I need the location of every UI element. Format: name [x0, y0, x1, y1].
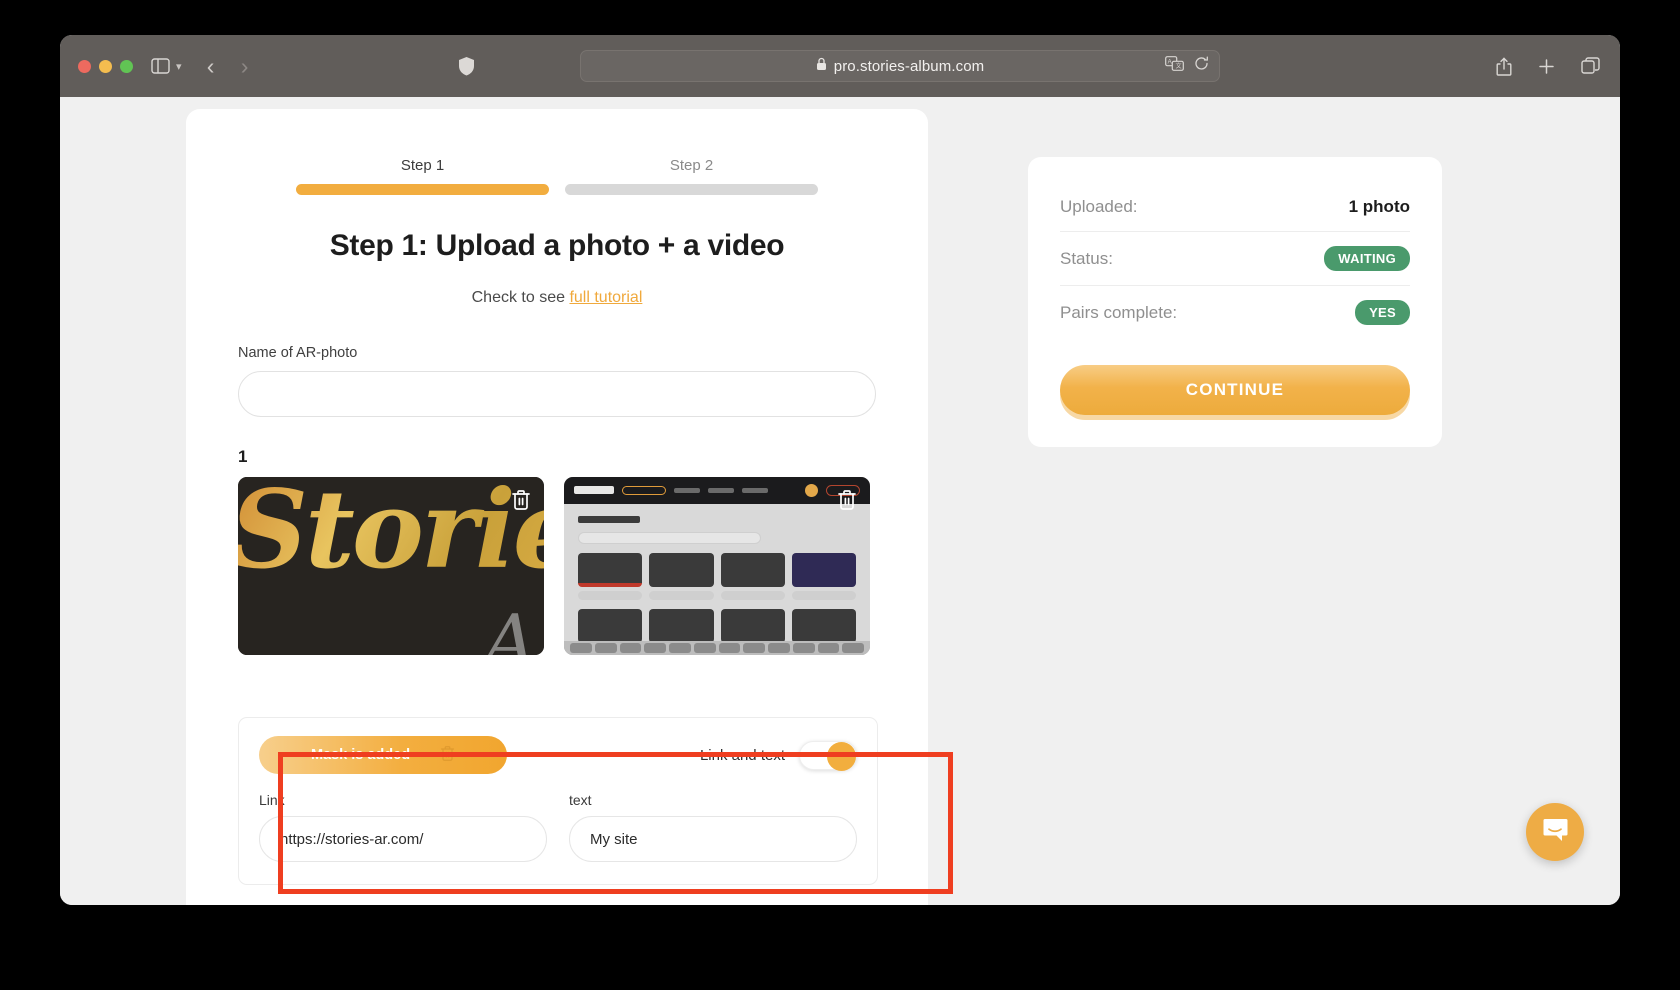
- maximize-window-button[interactable]: [120, 59, 133, 73]
- step-2-bar: [565, 184, 818, 195]
- link-label: Link: [259, 792, 285, 808]
- ar-photo-name-field-group: Name of AR-photo: [186, 345, 928, 417]
- video-preview-cta: [622, 485, 666, 495]
- ar-photo-name-label: Name of AR-photo: [238, 345, 358, 361]
- uploaded-value: 1 photo: [1348, 197, 1410, 216]
- video-preview-navitem: [708, 487, 734, 493]
- url-text: pro.stories-album.com: [833, 57, 985, 75]
- sidebar-icon[interactable]: [151, 58, 170, 74]
- tutorial-hint: Check to see full tutorial: [186, 289, 928, 307]
- svg-text:文: 文: [1176, 62, 1182, 70]
- video-preview-navitem: [742, 487, 768, 493]
- full-tutorial-link[interactable]: full tutorial: [569, 289, 642, 306]
- step-2-label: Step 2: [669, 157, 714, 174]
- status-row-status: Status: WAITING: [1060, 231, 1410, 285]
- step-1-bar: [296, 184, 549, 195]
- link-text-inputs: Link text: [259, 792, 857, 862]
- video-preview-dock: [564, 641, 870, 655]
- page-title: Step 1: Upload a photo + a video: [329, 229, 785, 262]
- shield-icon[interactable]: [458, 56, 475, 76]
- video-preview-captions: [578, 590, 856, 600]
- uploaded-label: Uploaded:: [1060, 197, 1138, 216]
- video-preview-logo: [574, 486, 614, 495]
- video-preview-search: [578, 531, 762, 544]
- status-row-pairs: Pairs complete: YES: [1060, 285, 1410, 339]
- link-and-text-toggle-group: Link and text: [699, 740, 857, 771]
- close-window-button[interactable]: [78, 59, 91, 73]
- window-controls[interactable]: [78, 59, 133, 73]
- page-content: Step 1 Step 2 Step 1: Upload a photo + a…: [60, 97, 1620, 905]
- toggle-knob: [827, 741, 856, 771]
- step-1[interactable]: Step 1: [296, 157, 549, 195]
- photo-preview: Stories A: [238, 477, 544, 655]
- ar-photo-name-input[interactable]: [238, 371, 876, 417]
- delete-video-icon[interactable]: [834, 487, 860, 513]
- link-field-group: Link: [259, 792, 547, 862]
- delete-mask-icon[interactable]: [440, 745, 455, 766]
- address-bar-actions[interactable]: A 文: [1165, 55, 1209, 77]
- video-preview-avatar: [805, 483, 818, 497]
- delete-photo-icon[interactable]: [508, 487, 534, 513]
- pairs-complete-badge: YES: [1355, 300, 1410, 325]
- share-icon[interactable]: [1496, 56, 1512, 76]
- video-preview-navbar: [564, 477, 870, 504]
- mask-is-added-button[interactable]: Mask is added: [259, 736, 507, 774]
- pairs-complete-label: Pairs complete:: [1060, 302, 1178, 322]
- browser-toolbar: ▾ ‹ › pro.stories-album.com A 文: [60, 35, 1620, 97]
- text-label: text: [569, 792, 592, 808]
- svg-text:A: A: [1168, 59, 1172, 65]
- mask-row: Mask is added Link and text: [259, 736, 857, 774]
- video-preview: [564, 477, 870, 655]
- status-label: Status:: [1060, 248, 1113, 268]
- video-preview-grid: [578, 552, 856, 587]
- status-card: Uploaded: 1 photo Status: WAITING Pairs …: [1028, 157, 1442, 447]
- upload-form-card: Step 1 Step 2 Step 1: Upload a photo + a…: [186, 109, 928, 905]
- text-field-group: text: [569, 792, 857, 862]
- video-preview-heading: [578, 515, 640, 523]
- video-preview-navitem: [674, 487, 700, 493]
- status-badge: WAITING: [1324, 246, 1410, 271]
- reload-icon[interactable]: [1194, 56, 1209, 76]
- tab-overview-icon[interactable]: [1581, 57, 1600, 75]
- video-preview-grid-2: [578, 608, 856, 643]
- mask-is-added-label: Mask is added: [310, 747, 411, 763]
- link-and-text-toggle[interactable]: [799, 740, 857, 771]
- text-input[interactable]: [569, 816, 857, 862]
- minimize-window-button[interactable]: [99, 59, 112, 73]
- mask-link-panel: Mask is added Link and text Link https:/…: [238, 717, 878, 885]
- video-preview-body: [564, 504, 870, 655]
- pair-1-thumbnails: Stories A: [186, 477, 928, 655]
- photo-preview-subtext: A: [484, 599, 536, 655]
- pair-1-photo-thumbnail[interactable]: Stories A: [238, 477, 544, 655]
- stepper: Step 1 Step 2: [186, 109, 928, 195]
- chat-launcher-button[interactable]: [1526, 803, 1584, 861]
- back-button[interactable]: ‹: [194, 54, 228, 78]
- photo-preview-text: Stories: [238, 477, 544, 593]
- lock-icon: [816, 57, 827, 76]
- step-2[interactable]: Step 2: [565, 157, 818, 195]
- chevron-down-icon[interactable]: ▾: [176, 60, 182, 73]
- video-preview-card: [720, 552, 785, 587]
- tutorial-hint-prefix: Check to see: [471, 289, 570, 306]
- pair-1-video-thumbnail[interactable]: [564, 477, 870, 655]
- step-1-label: Step 1: [400, 157, 445, 174]
- video-preview-card: [791, 552, 856, 587]
- toolbar-right-actions[interactable]: [1496, 56, 1600, 76]
- browser-window: ▾ ‹ › pro.stories-album.com A 文 Step 1 S…: [60, 35, 1620, 905]
- video-preview-card: [649, 552, 714, 587]
- link-and-text-label: Link and text: [699, 746, 785, 764]
- video-preview-card: [578, 552, 643, 587]
- address-bar[interactable]: pro.stories-album.com A 文: [580, 50, 1220, 82]
- link-input[interactable]: [259, 816, 547, 862]
- forward-button[interactable]: ›: [228, 54, 262, 78]
- new-tab-icon[interactable]: [1538, 58, 1555, 75]
- status-row-uploaded: Uploaded: 1 photo: [1060, 183, 1410, 231]
- translate-icon[interactable]: A 文: [1165, 55, 1184, 77]
- chat-bubble-icon: [1542, 817, 1569, 848]
- continue-button[interactable]: CONTINUE: [1060, 365, 1410, 415]
- pair-1-number: 1: [238, 447, 248, 466]
